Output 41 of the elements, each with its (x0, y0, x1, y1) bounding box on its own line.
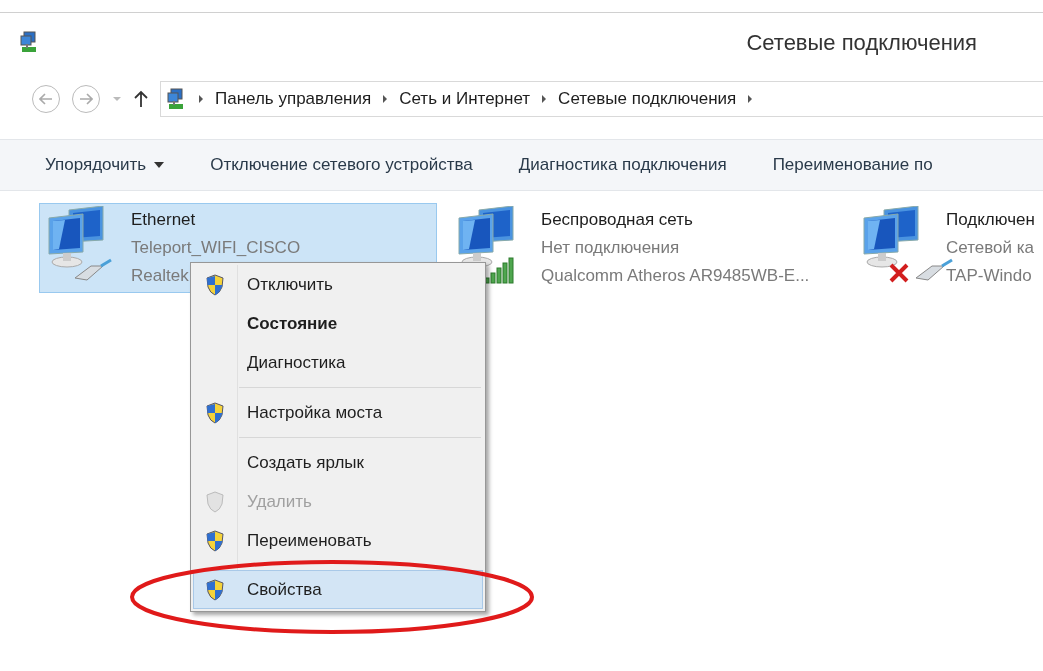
breadcrumb[interactable]: Панель управления (215, 86, 372, 112)
signal-bars-icon (483, 254, 517, 284)
shield-icon (206, 401, 224, 424)
breadcrumb-arrow-icon[interactable] (746, 94, 755, 104)
breadcrumb[interactable]: Сетевые подключения (558, 86, 737, 112)
window-title: Сетевые подключения (746, 28, 977, 57)
cross-icon (888, 262, 910, 284)
toolbar-button[interactable]: Диагностика подключения (518, 152, 727, 178)
organize-menu-button[interactable]: Упорядочить (45, 152, 165, 178)
address-bar[interactable]: Панель управления Сеть и Интернет Сетевые подключения (160, 81, 1043, 117)
connection-item[interactable]: Подключен Сетевой ка TAP-Windo (854, 203, 1043, 293)
connection-status: Нет подключения (541, 237, 680, 259)
caret-icon (154, 162, 165, 168)
connection-name: Ethernet (131, 209, 196, 231)
left-arrow-icon (39, 93, 53, 105)
connection-status: Teleport_WIFI_CISCO (131, 237, 301, 259)
menu-item[interactable]: Диагностика (193, 343, 483, 382)
menu-item[interactable]: Создать ярлык (193, 443, 483, 482)
breadcrumb-arrow-icon[interactable] (540, 94, 549, 104)
adapter-name: TAP-Windo (946, 265, 1032, 287)
right-arrow-icon (79, 93, 93, 105)
shield-icon (206, 529, 224, 552)
menu-item[interactable]: Свойства (193, 570, 483, 609)
menu-item[interactable]: Настройка моста (193, 393, 483, 432)
breadcrumb-arrow-icon[interactable] (381, 94, 390, 104)
connection-name: Подключен (946, 209, 1035, 231)
menu-item[interactable]: Состояние (193, 304, 483, 343)
toolbar-button[interactable]: Отключение сетевого устройства (210, 152, 473, 178)
adapter-name: Qualcomm Atheros AR9485WB-E... (541, 265, 810, 287)
menu-item[interactable]: Переименовать (193, 521, 483, 560)
cable-plug-icon (73, 258, 113, 284)
toolbar-button[interactable]: Переименование по (772, 152, 933, 178)
up-arrow-icon[interactable] (134, 90, 148, 108)
connection-name: Беспроводная сеть (541, 209, 693, 231)
breadcrumb-arrow-icon[interactable] (197, 94, 205, 104)
shield-icon (206, 273, 224, 296)
breadcrumb[interactable]: Сеть и Интернет (399, 86, 531, 112)
shield-icon (206, 578, 224, 601)
shield-icon (206, 490, 224, 513)
connection-status: Сетевой ка (946, 237, 1034, 259)
adapter-name: Realtek (131, 265, 189, 287)
